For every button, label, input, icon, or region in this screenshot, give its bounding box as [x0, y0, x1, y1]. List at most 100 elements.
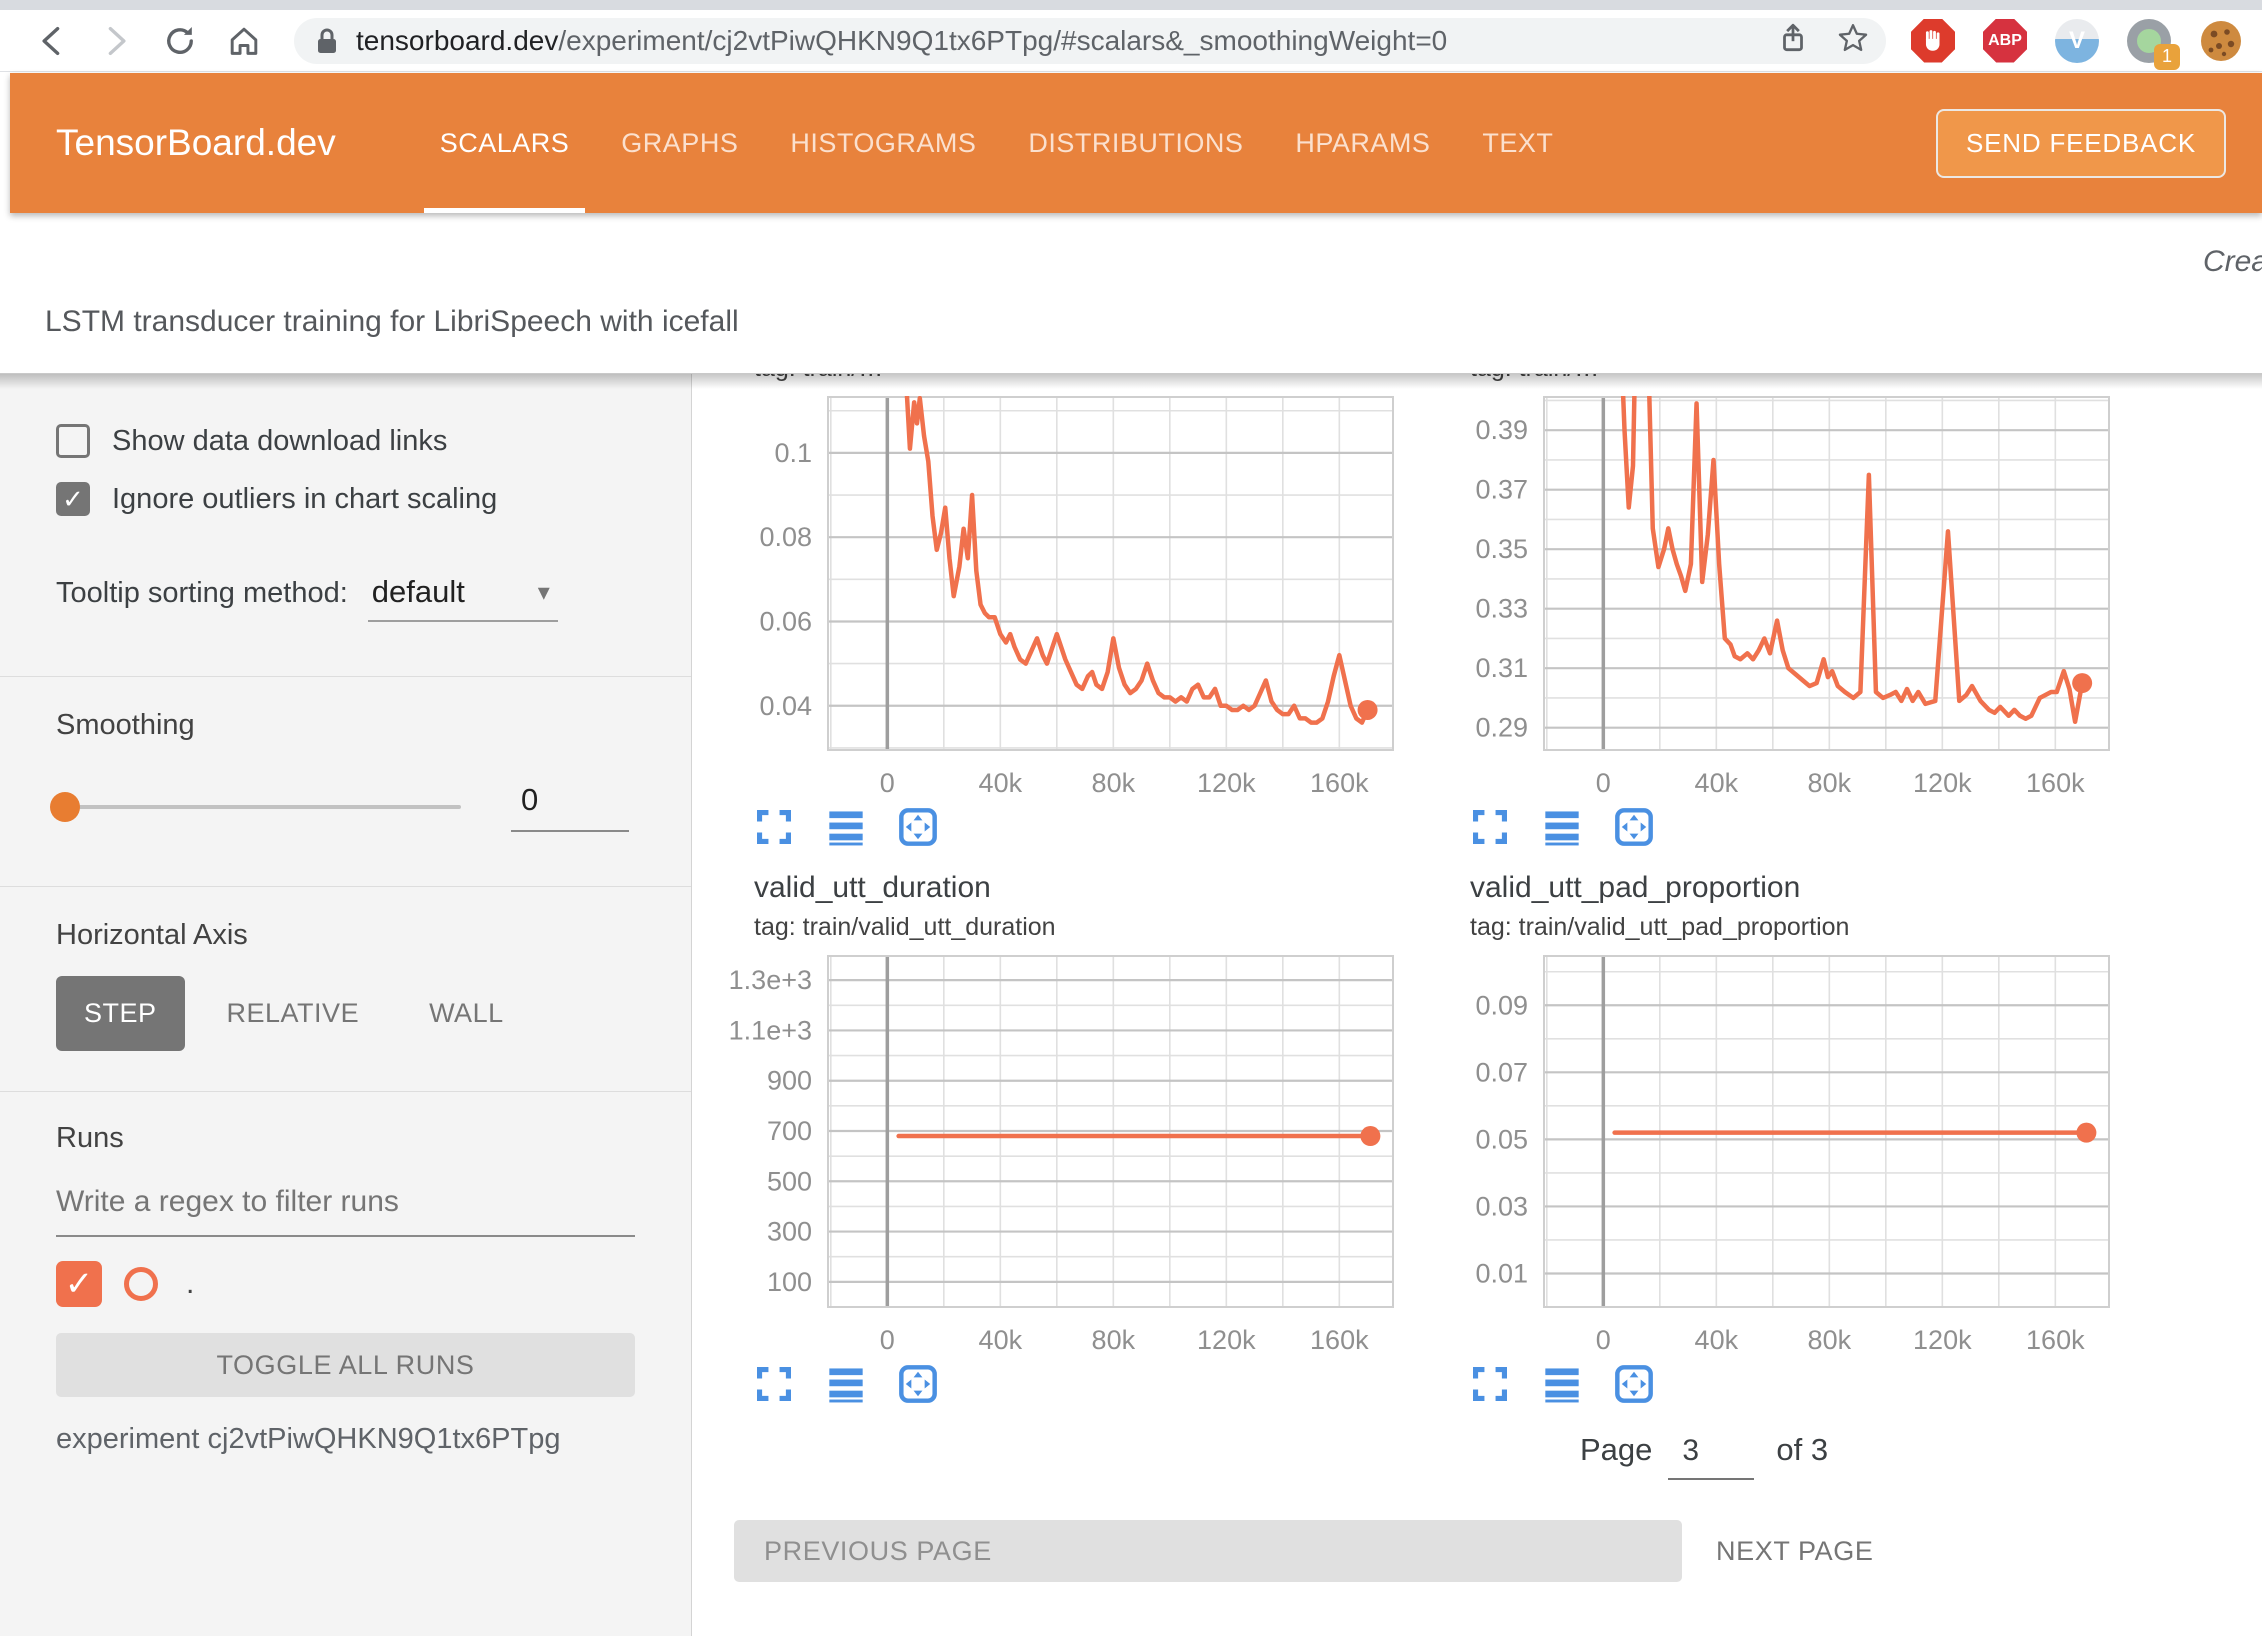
status-extension-button[interactable]: 1	[2126, 18, 2172, 64]
chart-title: valid_utt_pad_proportion	[1424, 871, 2126, 909]
line-chart[interactable]: 1003005007009001.1e+31.3e+3040k80k120k16…	[708, 955, 1410, 1362]
show-download-links-checkbox[interactable]	[56, 424, 90, 458]
fit-domain-button[interactable]	[1612, 1362, 1656, 1406]
v-label: V	[2069, 27, 2085, 55]
fit-domain-button[interactable]	[896, 805, 940, 849]
main-area: Show data download links ✓ Ignore outlie…	[0, 373, 2262, 1636]
svg-text:0.35: 0.35	[1475, 534, 1528, 564]
runs-filter-input[interactable]	[56, 1181, 635, 1237]
smoothing-label: Smoothing	[56, 709, 635, 742]
svg-text:120k: 120k	[1913, 1325, 1972, 1355]
chart-tag: tag: train/valid_utt_pad_proportion	[1424, 913, 2126, 945]
home-button[interactable]	[226, 23, 262, 59]
expand-chart-button[interactable]	[752, 1362, 796, 1406]
cookie-icon	[2199, 19, 2243, 63]
bookmark-button[interactable]	[1836, 21, 1870, 60]
expand-icon	[754, 1364, 794, 1404]
tab-distributions[interactable]: DISTRIBUTIONS	[1002, 73, 1269, 213]
back-button[interactable]	[34, 23, 70, 59]
svg-text:160k: 160k	[1310, 768, 1369, 798]
share-button[interactable]	[1776, 21, 1810, 60]
svg-text:0.04: 0.04	[759, 691, 812, 721]
tooltip-sorting-select[interactable]: default ▾	[368, 574, 558, 622]
svg-text:0.03: 0.03	[1475, 1191, 1528, 1221]
svg-text:500: 500	[767, 1166, 812, 1196]
tab-scalars[interactable]: SCALARS	[414, 73, 596, 213]
svg-text:40k: 40k	[1695, 1325, 1739, 1355]
svg-text:160k: 160k	[2026, 768, 2085, 798]
axis-relative-button[interactable]: RELATIVE	[199, 976, 388, 1051]
svg-text:80k: 80k	[1092, 1325, 1136, 1355]
svg-text:1.1e+3: 1.1e+3	[729, 1015, 812, 1045]
chart-actions	[1424, 805, 2126, 849]
previous-page-button[interactable]: PREVIOUS PAGE	[734, 1520, 1682, 1582]
runs-label: Runs	[56, 1122, 635, 1155]
forward-button[interactable]	[98, 23, 134, 59]
fit-domain-button[interactable]	[1612, 805, 1656, 849]
sidebar-divider	[0, 886, 691, 887]
tab-histograms[interactable]: HISTOGRAMS	[764, 73, 1002, 213]
axis-step-button[interactable]: STEP	[56, 976, 185, 1051]
expand-chart-button[interactable]	[1468, 1362, 1512, 1406]
reload-button[interactable]	[162, 23, 198, 59]
svg-text:0: 0	[880, 1325, 895, 1355]
send-feedback-button[interactable]: SEND FEEDBACK	[1936, 109, 2226, 178]
page-number-input[interactable]	[1668, 1434, 1754, 1480]
svg-text:40k: 40k	[1695, 768, 1739, 798]
svg-text:0.37: 0.37	[1475, 475, 1528, 505]
abp-label: ABP	[1988, 32, 2022, 50]
address-bar[interactable]: tensorboard.dev/experiment/cj2vtPiwQHKN9…	[294, 18, 1886, 64]
extension-badge: 1	[2154, 44, 2180, 70]
horizontal-axis-label: Horizontal Axis	[56, 919, 635, 952]
browser-chrome: tensorboard.dev/experiment/cj2vtPiwQHKN9…	[0, 0, 2262, 72]
ignore-outliers-checkbox[interactable]: ✓	[56, 482, 90, 516]
fit-domain-button[interactable]	[896, 1362, 940, 1406]
page-buttons: PREVIOUS PAGE NEXT PAGE	[692, 1520, 2262, 1582]
blocker-extension-button[interactable]	[1910, 18, 1956, 64]
tooltip-sorting-value: default	[372, 574, 465, 610]
run-checkbox[interactable]: ✓	[56, 1261, 102, 1307]
cookie-extension-button[interactable]	[2198, 18, 2244, 64]
expand-chart-button[interactable]	[752, 805, 796, 849]
tab-text[interactable]: TEXT	[1456, 73, 1579, 213]
axis-wall-button[interactable]: WALL	[401, 976, 532, 1051]
data-table-button[interactable]	[1540, 1362, 1584, 1406]
expand-chart-button[interactable]	[1468, 805, 1512, 849]
svg-text:120k: 120k	[1197, 768, 1256, 798]
data-table-button[interactable]	[1540, 805, 1584, 849]
toggle-all-runs-button[interactable]: TOGGLE ALL RUNS	[56, 1333, 635, 1397]
chart-card-valid-utt-duration: valid_utt_duration tag: train/valid_utt_…	[708, 871, 1410, 1406]
data-table-button[interactable]	[824, 1362, 868, 1406]
v-extension-button[interactable]: V	[2054, 18, 2100, 64]
tab-hparams[interactable]: HPARAMS	[1269, 73, 1456, 213]
smoothing-slider[interactable]	[56, 805, 461, 809]
chart-actions	[708, 1362, 1410, 1406]
abp-extension-button[interactable]: ABP	[1982, 18, 2028, 64]
hand-blocker-icon	[1911, 19, 1955, 63]
run-color-ring-icon[interactable]	[124, 1267, 158, 1301]
chart-card-valid-utt-pad-proportion: valid_utt_pad_proportion tag: train/vali…	[1424, 871, 2126, 1406]
line-chart[interactable]: 0.040.060.080.1040k80k120k160k	[708, 396, 1410, 805]
line-chart[interactable]: 0.010.030.050.070.09040k80k120k160k	[1424, 955, 2126, 1362]
svg-text:160k: 160k	[1310, 1325, 1369, 1355]
chart-row-1: tag: train/… 0.040.060.080.1040k80k120k1…	[692, 374, 2262, 849]
experiment-subheader: Crea LSTM transducer training for LibriS…	[0, 213, 2262, 373]
browser-toolbar: tensorboard.dev/experiment/cj2vtPiwQHKN9…	[0, 10, 2262, 72]
svg-text:0.07: 0.07	[1475, 1057, 1528, 1087]
charts-panel: tag: train/… 0.040.060.080.1040k80k120k1…	[692, 374, 2262, 1636]
line-chart[interactable]: 0.290.310.330.350.370.39040k80k120k160k	[1424, 396, 2126, 805]
data-table-button[interactable]	[824, 805, 868, 849]
tooltip-sorting-label: Tooltip sorting method:	[56, 577, 348, 610]
tab-graphs[interactable]: GRAPHS	[595, 73, 764, 213]
chart-card-top-left: tag: train/… 0.040.060.080.1040k80k120k1…	[708, 374, 1410, 849]
share-icon	[1776, 21, 1810, 55]
svg-text:300: 300	[767, 1217, 812, 1247]
next-page-button[interactable]: NEXT PAGE	[1716, 1536, 1873, 1567]
svg-text:900: 900	[767, 1066, 812, 1096]
smoothing-value-input[interactable]	[511, 782, 629, 832]
svg-text:700: 700	[767, 1116, 812, 1146]
created-text-fragment: Crea	[2203, 245, 2262, 279]
url-domain: tensorboard.dev	[356, 25, 558, 56]
star-icon	[1836, 21, 1870, 55]
smoothing-slider-thumb[interactable]	[50, 792, 80, 822]
